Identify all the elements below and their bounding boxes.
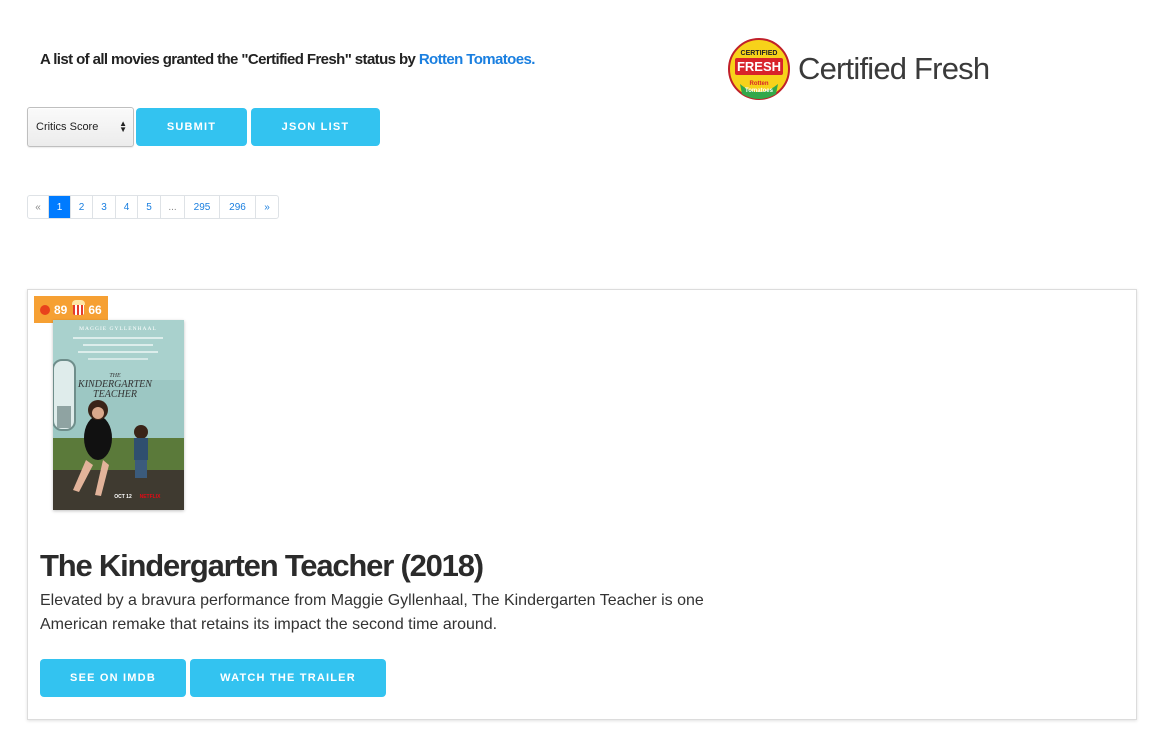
select-arrows-icon: ▲ ▼: [119, 119, 127, 134]
poster-image: MAGGIE GYLLENHAAL THE KINDERGARTEN TEACH…: [53, 320, 184, 510]
poster-date: OCT 12: [114, 494, 132, 500]
submit-button[interactable]: Submit: [136, 108, 247, 146]
critics-score: 89: [54, 302, 68, 317]
intro-text: A list of all movies granted the "Certif…: [40, 51, 535, 68]
sort-select[interactable]: Critics Score ▲ ▼: [27, 107, 134, 147]
badge-tomatoes-text: Tomatoes: [745, 88, 774, 94]
badge-fresh-text: FRESH: [737, 59, 781, 74]
brand-title: Certified Fresh: [798, 51, 990, 86]
sort-select-value: Critics Score: [36, 121, 99, 133]
badge-rotten-text: Rotten: [750, 81, 769, 87]
page-4[interactable]: 4: [116, 196, 138, 218]
pagination: « 1 2 3 4 5 ... 295 296 »: [27, 195, 279, 219]
movie-poster[interactable]: MAGGIE GYLLENHAAL THE KINDERGARTEN TEACH…: [53, 320, 184, 510]
movie-actions: See on IMDB Watch the trailer: [40, 659, 386, 697]
page-5[interactable]: 5: [138, 196, 161, 218]
poster-actor: MAGGIE GYLLENHAAL: [79, 326, 157, 332]
page-295[interactable]: 295: [185, 196, 220, 218]
certified-fresh-badge-icon: CERTIFIED FRESH Rotten Tomatoes: [728, 38, 790, 100]
audience-score: 66: [88, 302, 102, 317]
movie-description: Elevated by a bravura performance from M…: [40, 592, 704, 633]
brand: CERTIFIED FRESH Rotten Tomatoes Certifie…: [726, 36, 990, 102]
see-on-imdb-button[interactable]: See on IMDB: [40, 659, 186, 697]
poster-title-line3: TEACHER: [93, 389, 137, 400]
movie-title: The Kindergarten Teacher (2018): [40, 548, 484, 583]
page-next[interactable]: »: [256, 196, 278, 218]
json-list-button[interactable]: JSON List: [251, 108, 380, 146]
poster-network: NETFLIX: [140, 494, 161, 500]
popcorn-icon: [72, 300, 86, 315]
intro-label: A list of all movies granted the "Certif…: [40, 51, 419, 68]
movie-card: 89 66 MAGGIE GYLLENHAAL THE KINDERGARTEN…: [27, 289, 1137, 720]
watch-trailer-button[interactable]: Watch the trailer: [190, 659, 386, 697]
score-badge: 89 66: [34, 296, 108, 323]
rotten-tomatoes-link[interactable]: Rotten Tomatoes.: [419, 51, 536, 68]
page-ellipsis: ...: [161, 196, 185, 218]
controls: Critics Score ▲ ▼ Submit JSON List: [27, 107, 380, 147]
tomato-icon: [40, 304, 50, 315]
badge-certified-text: CERTIFIED: [741, 50, 778, 57]
page-prev[interactable]: «: [28, 196, 49, 218]
page-296[interactable]: 296: [220, 196, 256, 218]
page-2[interactable]: 2: [71, 196, 93, 218]
page-3[interactable]: 3: [93, 196, 116, 218]
page-1[interactable]: 1: [49, 196, 71, 218]
